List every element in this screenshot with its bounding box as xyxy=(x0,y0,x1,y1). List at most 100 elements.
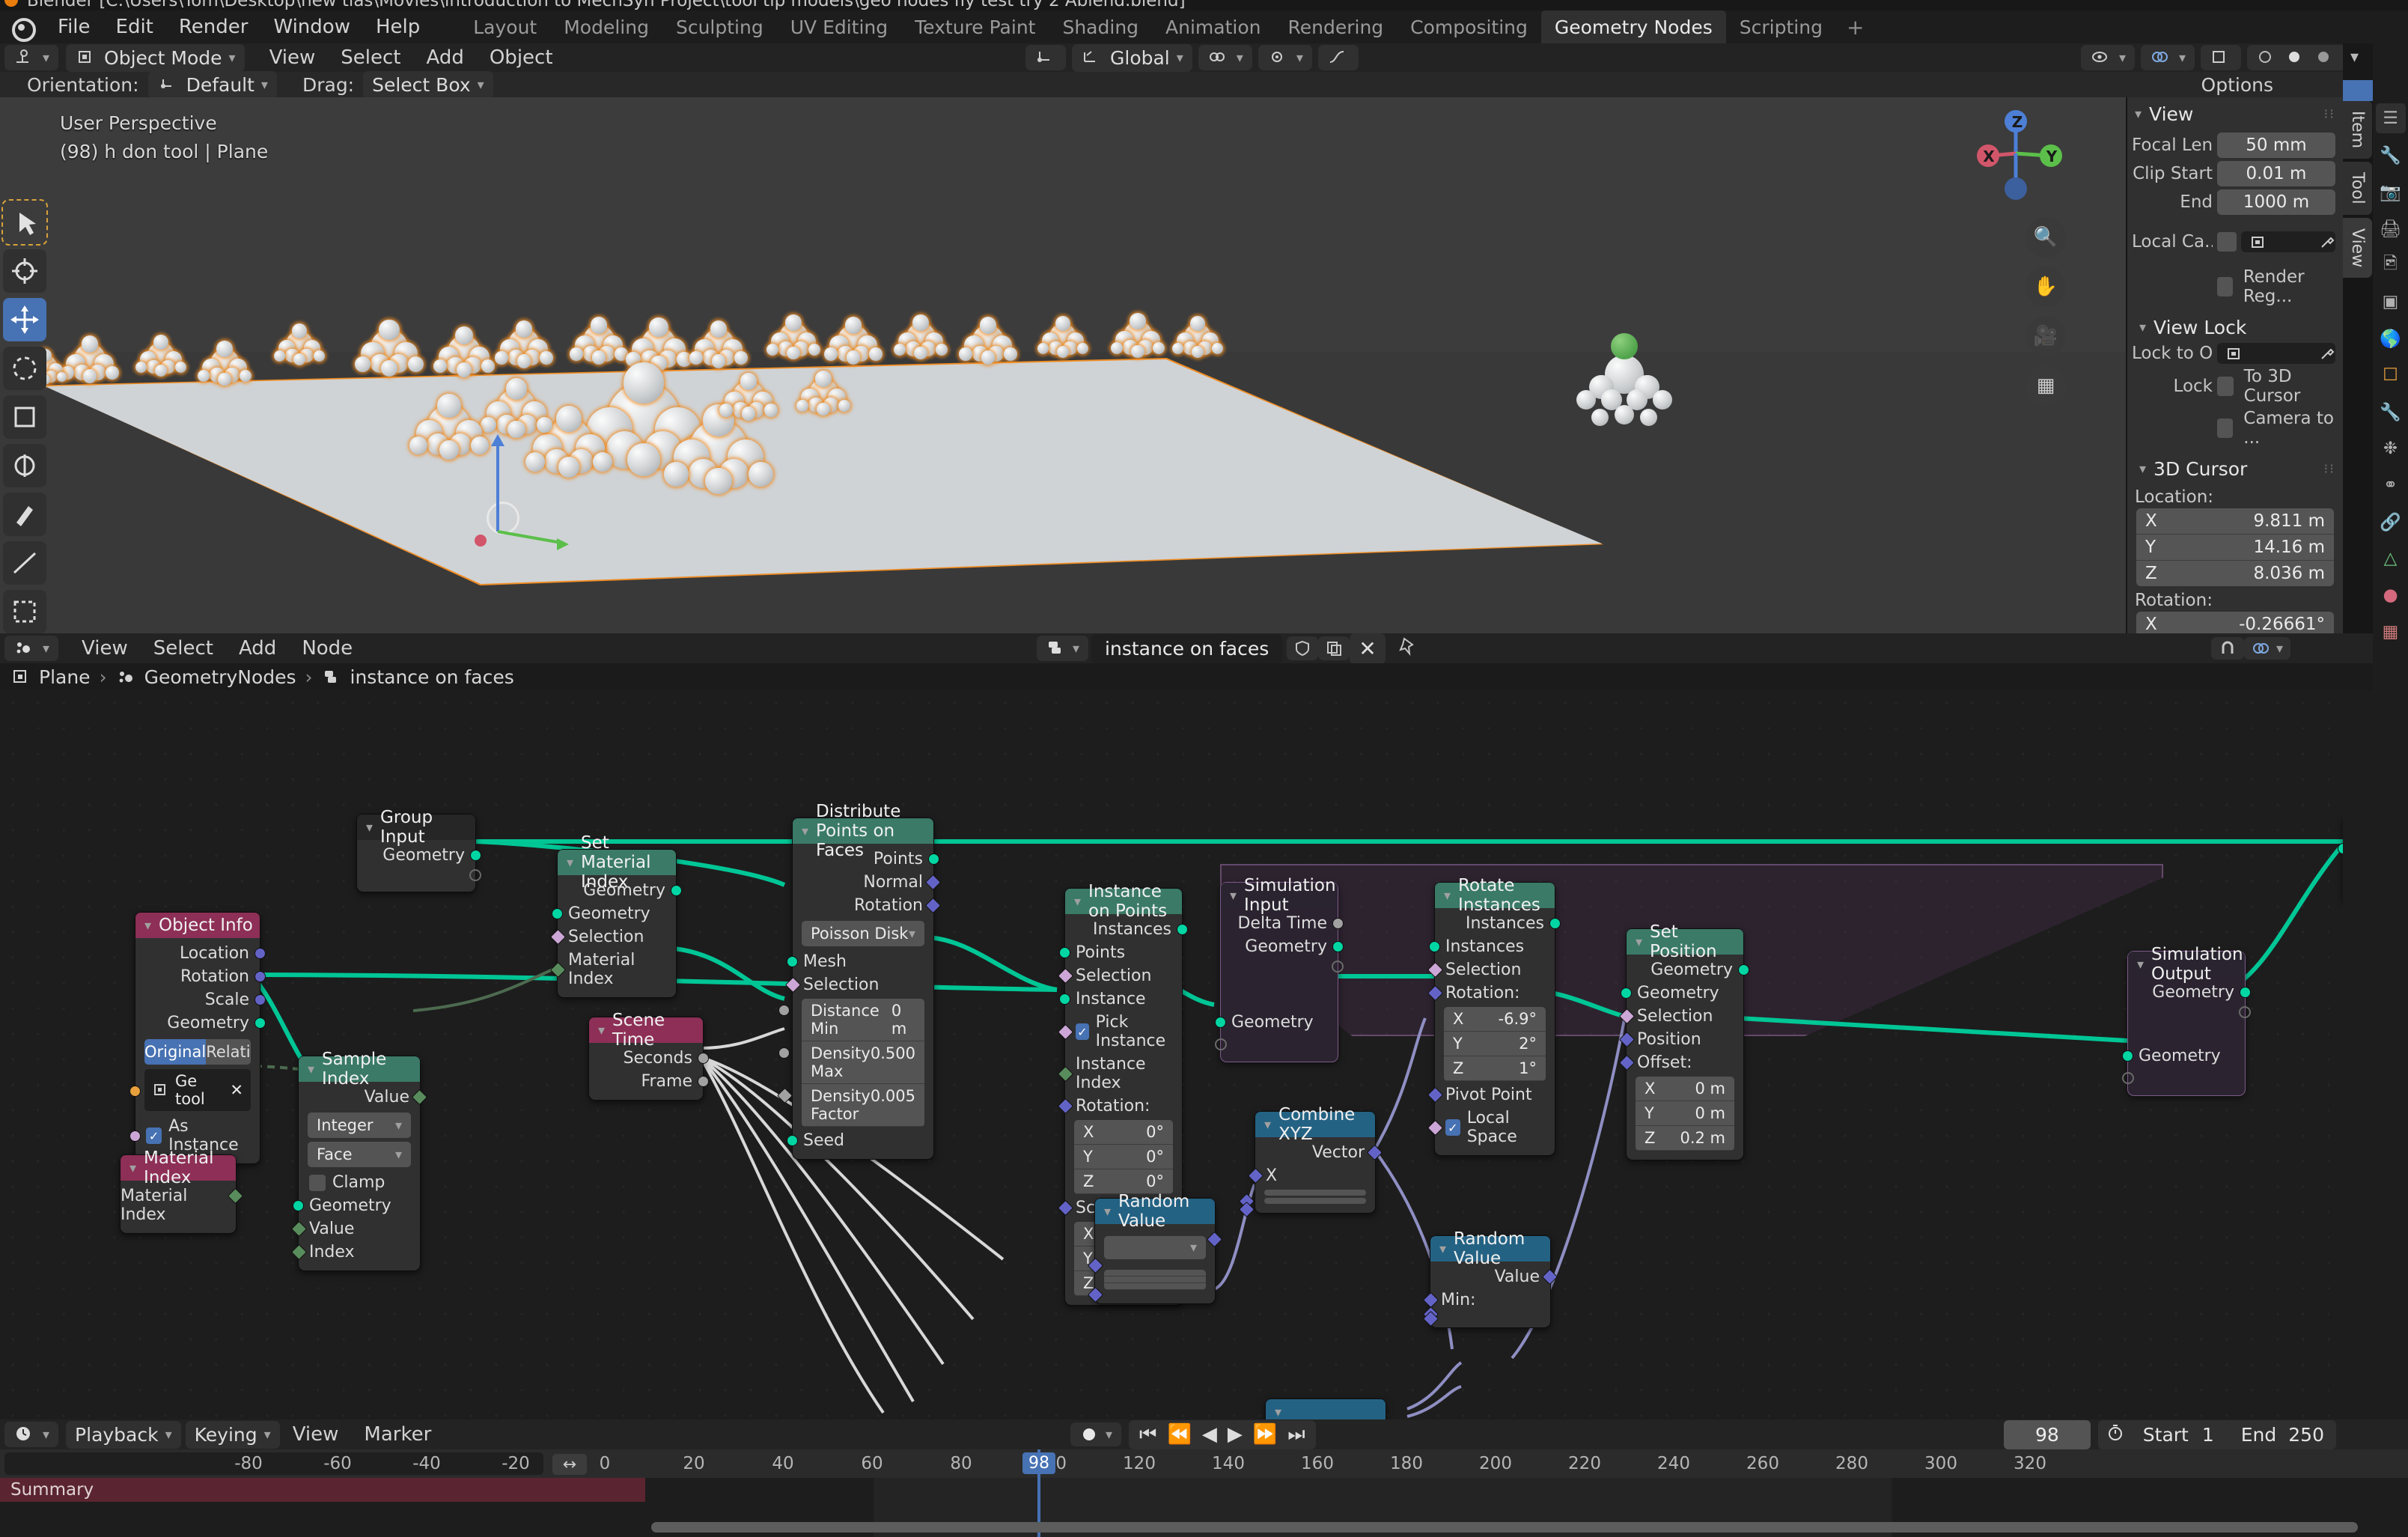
rotation-x-field[interactable]: X -6.9° xyxy=(1444,1007,1546,1032)
distance-min-field[interactable]: Distance Min 0 m xyxy=(778,999,924,1041)
node-menu-node[interactable]: Node xyxy=(289,637,365,660)
navigation-gizmo[interactable]: Z Y X xyxy=(1967,105,2064,202)
node-simulation-input[interactable]: ▾ Simulation Input Delta Time Geometry G… xyxy=(1215,876,1344,1062)
as-instance-checkbox[interactable]: ✓ xyxy=(146,1127,162,1144)
socket-instances-in[interactable] xyxy=(1429,941,1440,952)
node-menu-add[interactable]: Add xyxy=(226,637,289,660)
node-group-input[interactable]: ▾ Group Input Geometry xyxy=(356,808,481,892)
node-rotate-instances[interactable]: ▾ Rotate Instances Instances Instances S… xyxy=(1427,876,1561,1156)
menu-render[interactable]: Render xyxy=(166,16,261,38)
workspace-tab-scripting[interactable]: Scripting xyxy=(1726,16,1836,38)
node-editor-canvas[interactable]: ▾ Group Input Geometry ▾ Object Info Loc… xyxy=(0,690,2373,1419)
timeline-scrollbar[interactable] xyxy=(651,1522,2358,1533)
transform-space-toggle[interactable]: Original Relative xyxy=(144,1039,251,1065)
socket-row-selection-in[interactable]: Selection xyxy=(549,925,676,949)
timeline-ruler[interactable]: ↔ -80-60-40-2002040608010012014016018020… xyxy=(0,1449,2408,1478)
breadcrumb-object[interactable]: Plane xyxy=(39,666,91,688)
socket-points-in[interactable] xyxy=(1059,947,1070,958)
density-max-field[interactable]: Density Max 0.500 xyxy=(778,1041,924,1084)
density-factor-field[interactable]: Density Factor 0.005 xyxy=(776,1084,924,1127)
eyedropper-icon[interactable] xyxy=(2319,346,2335,361)
offset-x-field[interactable]: X 0 m xyxy=(1636,1077,1734,1101)
local-space-row[interactable]: ✓ Local Space xyxy=(1427,1107,1555,1148)
world-properties-icon[interactable]: 🌎 xyxy=(2376,323,2406,353)
end-frame-value[interactable]: 250 xyxy=(2285,1420,2336,1449)
socket-row-extend[interactable] xyxy=(357,867,481,885)
node-combine-xyz-2[interactable]: ▾ Random Value Value Min: xyxy=(1422,1229,1558,1328)
socket-row-rotation[interactable]: Rotation xyxy=(135,965,266,988)
socket-row-selection-in[interactable]: Selection xyxy=(1618,1005,1743,1028)
auto-keying-button[interactable]: ▾ xyxy=(1070,1422,1122,1446)
socket-points-out[interactable] xyxy=(928,853,939,865)
rotation-z-field[interactable]: Z 0° xyxy=(1074,1169,1173,1194)
clip-end-value[interactable]: 1000 m xyxy=(2217,189,2335,215)
add-workspace-button[interactable]: + xyxy=(1836,15,1874,40)
snap-nodes-button[interactable] xyxy=(2210,637,2244,660)
socket-instances-out[interactable] xyxy=(1549,918,1561,929)
data-type-dropdown[interactable]: ▾ xyxy=(1104,1236,1206,1259)
socket-row-geometry[interactable]: Geometry xyxy=(135,1011,266,1035)
zoom-icon[interactable]: 🔍 xyxy=(2026,217,2066,258)
socket-row-geometry-out[interactable]: Geometry xyxy=(1221,935,1344,958)
socket-row-x-in[interactable]: X xyxy=(1247,1164,1375,1187)
cursor-location-y[interactable]: Y 14.16 m xyxy=(2136,535,2334,561)
render-region-checkbox[interactable] xyxy=(2217,277,2233,296)
socket-geometry-in[interactable] xyxy=(1621,987,1632,999)
socket-row-x-in[interactable]: Min: xyxy=(1422,1288,1550,1312)
socket-row-index-in[interactable]: Index xyxy=(290,1241,420,1264)
workspace-tab-geometry-nodes[interactable]: Geometry Nodes xyxy=(1540,10,1726,43)
socket-rotation-out[interactable] xyxy=(254,971,266,982)
cursor-location-x[interactable]: X 9.811 m xyxy=(2136,508,2334,535)
clamp-checkbox[interactable] xyxy=(309,1174,326,1191)
physics-properties-icon[interactable]: ⚭ xyxy=(2376,470,2406,500)
start-frame-value[interactable]: 1 xyxy=(2199,1420,2232,1449)
wireframe-icon[interactable] xyxy=(2256,48,2279,67)
node-menu-view[interactable]: View xyxy=(69,637,141,660)
socket-row-location[interactable]: Location xyxy=(135,942,266,965)
socket-extend-in[interactable] xyxy=(1215,1038,1227,1050)
socket-row-z-in[interactable] xyxy=(1422,1310,1550,1327)
rotation-z-field[interactable]: Z 1° xyxy=(1444,1056,1546,1081)
local-space-checkbox[interactable]: ✓ xyxy=(1445,1119,1460,1136)
focal-length-row[interactable]: Focal Len... 50 mm xyxy=(2127,131,2343,159)
overlay-nodes-button[interactable]: ▾ xyxy=(2243,637,2290,660)
node-header[interactable]: ▾ Random Value xyxy=(1430,1229,1550,1268)
viewport-menu-select[interactable]: Select xyxy=(328,46,413,69)
view-layer-properties-icon[interactable]: 🖻 xyxy=(2376,250,2406,280)
workspace-tab-sculpting[interactable]: Sculpting xyxy=(662,16,777,38)
node-group-name-field[interactable]: instance on faces xyxy=(1091,633,1283,663)
node-random-value-1[interactable]: ▾ Random Value ▾ xyxy=(1087,1192,1223,1304)
socket-geometry-out[interactable] xyxy=(254,1017,266,1029)
z-field[interactable] xyxy=(1238,1198,1366,1218)
socket-row-instance-index-in[interactable]: Instance Index xyxy=(1057,1053,1182,1095)
socket-row-value-in[interactable]: Value xyxy=(290,1217,420,1241)
tool-annotate-icon[interactable] xyxy=(3,493,46,536)
local-camera-checkbox[interactable] xyxy=(2217,232,2237,252)
min-vector-fields[interactable] xyxy=(1104,1270,1206,1290)
node-combine-xyz-1[interactable]: ▾ Combine XYZ Vector X xyxy=(1238,1105,1383,1218)
material-preview-icon[interactable] xyxy=(2314,48,2337,67)
view-lock-panel-header[interactable]: ▾ View Lock xyxy=(2127,308,2343,341)
socket-geometry-in[interactable] xyxy=(293,1200,304,1211)
socket-row-position-in[interactable]: Position xyxy=(1618,1028,1743,1051)
tool-rotate-icon[interactable] xyxy=(3,347,46,390)
node-random-value-2[interactable]: ▾ xyxy=(1265,1398,1386,1419)
node-editor-type-selector[interactable]: ▾ xyxy=(4,636,59,661)
visibility-button[interactable]: ▾ xyxy=(2081,45,2136,70)
workspace-tab-shading[interactable]: Shading xyxy=(1049,16,1152,38)
socket-row-instances-out[interactable]: Instances xyxy=(1435,912,1561,935)
node-header[interactable]: ▾ Set Position xyxy=(1627,922,1743,961)
lock-to-cursor-row[interactable]: Lock To 3D Cursor xyxy=(2127,365,2343,407)
socket-row-selection-in[interactable]: Selection xyxy=(1057,964,1182,987)
node-header[interactable]: ▾ Combine XYZ xyxy=(1255,1105,1375,1144)
breadcrumb-nodegroup[interactable]: instance on faces xyxy=(350,666,514,688)
properties-editor-type-icon[interactable]: ☰ xyxy=(2375,103,2406,133)
sidebar-tab-tool[interactable]: Tool xyxy=(2343,162,2372,215)
socket-geometry-in[interactable] xyxy=(552,908,563,919)
workspace-tab-animation[interactable]: Animation xyxy=(1152,16,1274,38)
node-header[interactable]: ▾ Object Info xyxy=(135,913,260,938)
min-y-field[interactable] xyxy=(1104,1276,1206,1283)
transport-controls[interactable]: ⏮ ⏪ ◀ ▶ ⏩ ⏭ xyxy=(1129,1419,1316,1449)
timeline-editor-type[interactable]: ▾ xyxy=(4,1422,59,1447)
solid-shading-icon[interactable] xyxy=(2285,48,2308,67)
